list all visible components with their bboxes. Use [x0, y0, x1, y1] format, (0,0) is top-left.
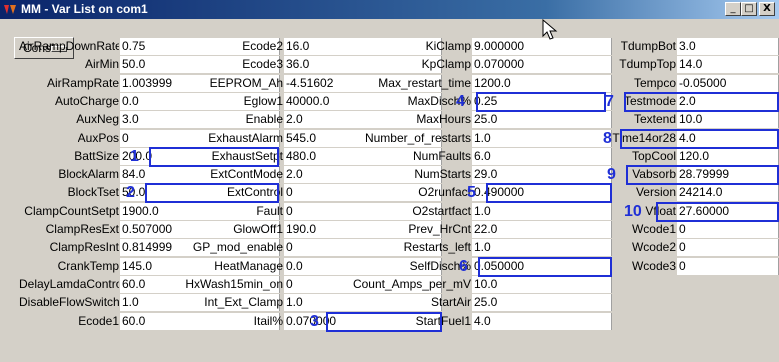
variable-value-field[interactable]: 3.0: [677, 38, 779, 55]
annotation-highlight-box: [149, 146, 279, 167]
variable-value-field[interactable]: 10.0: [472, 275, 612, 293]
variable-row[interactable]: Version 24214.0: [0, 184, 779, 202]
annotation-number: 7: [605, 92, 614, 110]
variable-row[interactable]: Wcode2 0: [0, 239, 779, 257]
variable-label: StartAir: [430, 295, 471, 310]
annotation-highlight-box: [624, 91, 779, 112]
variable-value-field[interactable]: 0: [677, 239, 779, 257]
maximize-button[interactable]: □: [741, 2, 757, 16]
variable-value-field[interactable]: 0: [677, 257, 779, 275]
window-title: MM - Var List on com1: [21, 2, 148, 16]
annotation-number: 1: [130, 147, 139, 165]
variable-row[interactable]: TopCool 120.0: [0, 147, 779, 165]
annotation-number: 8: [603, 129, 612, 147]
annotation-number: 4: [456, 92, 465, 110]
annotation-number: 3: [310, 312, 319, 330]
variable-label: Wcode1: [631, 222, 676, 236]
variable-row[interactable]: StartAir 25.0: [0, 294, 779, 312]
variable-value-field[interactable]: 24214.0: [677, 184, 779, 202]
annotation-number: 2: [126, 184, 135, 202]
variable-row[interactable]: Count_Amps_per_mV 10.0: [0, 275, 779, 293]
annotation-number: 5: [467, 184, 476, 202]
variable-label: Textend: [633, 112, 676, 127]
variable-value-field[interactable]: 0: [677, 221, 779, 238]
var-list-panel: Consts AirRampDownRate 0.75 AirMin 50.0 AirR…: [0, 19, 779, 362]
variable-value-field[interactable]: -0.05000: [677, 74, 779, 92]
annotation-number: 9: [607, 166, 616, 184]
variable-row[interactable]: Wcode1 0: [0, 221, 779, 238]
variable-row[interactable]: TdumpBot 3.0: [0, 38, 779, 55]
variable-value-field[interactable]: 14.0: [677, 56, 779, 74]
minimize-button[interactable]: _: [725, 2, 741, 16]
variable-value-field[interactable]: 120.0: [677, 147, 779, 165]
annotation-highlight-box: [326, 311, 442, 332]
variable-label: Count_Amps_per_mV: [352, 276, 471, 291]
annotation-highlight-box: [476, 91, 606, 112]
variable-row[interactable]: TdumpTop 14.0: [0, 56, 779, 74]
annotation-highlight-box: [478, 256, 612, 277]
variable-label: Tempco: [633, 75, 676, 90]
variable-label: Version: [635, 185, 676, 200]
annotation-highlight-box: [626, 165, 779, 186]
app-icon: [4, 5, 16, 14]
variable-value-field[interactable]: 10.0: [677, 111, 779, 129]
close-button[interactable]: X: [759, 2, 775, 16]
annotation-number: 10: [624, 202, 642, 220]
titlebar[interactable]: MM - Var List on com1 _ □ X: [0, 0, 779, 19]
variable-row[interactable]: Wcode3 0: [0, 257, 779, 275]
variable-label: Wcode3: [631, 258, 676, 273]
variable-value-field[interactable]: 25.0: [472, 294, 612, 312]
annotation-highlight-box: [486, 183, 612, 204]
annotation-number: 6: [459, 257, 468, 275]
mouse-pointer-icon: [542, 19, 558, 40]
variable-row[interactable]: Textend 10.0: [0, 111, 779, 129]
annotation-highlight-box: [656, 201, 779, 222]
variable-label: TopCool: [631, 148, 676, 163]
variable-value-field[interactable]: 4.0: [472, 312, 612, 330]
variable-label: TdumpTop: [619, 57, 676, 72]
variable-label: Wcode2: [631, 240, 676, 255]
annotation-highlight-box: [620, 128, 779, 149]
variable-label: TdumpBot: [620, 39, 676, 53]
variable-row[interactable]: Tempco -0.05000: [0, 74, 779, 92]
annotation-highlight-box: [145, 183, 279, 204]
